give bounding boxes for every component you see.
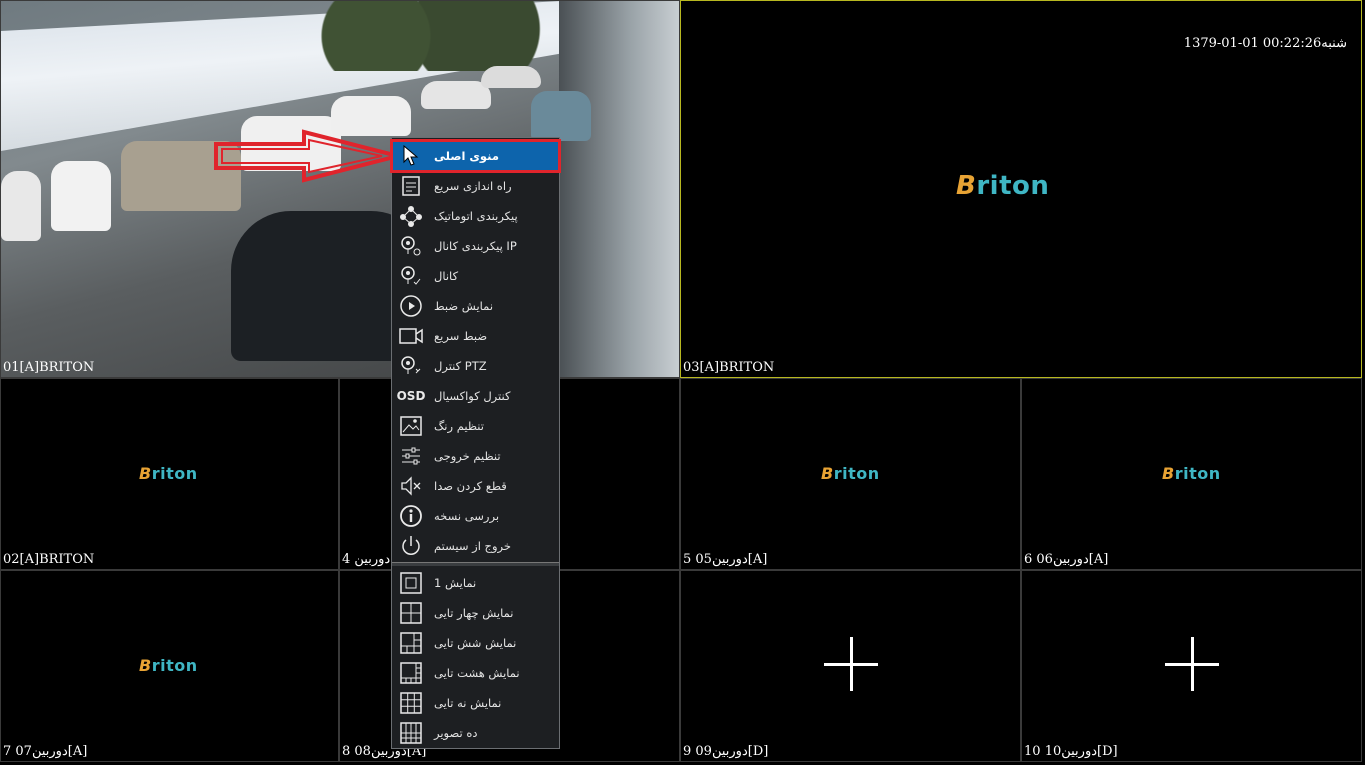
layout-4-icon [398,601,424,625]
camera-label: 02[A]BRITON [3,552,95,567]
menu-item-layout-6[interactable]: نمایش شش تایی [392,628,559,658]
camera-tile-02[interactable]: Briton 02[A]BRITON [0,378,339,570]
menu-item-quick-record[interactable]: ضبط سریع [392,321,559,351]
camera-label: 5 دوربین05[A] [683,552,768,567]
camera-tile-03[interactable]: 1379-01-01 00:22:26شنبه Briton 03[A]BRIT… [680,0,1362,378]
menu-item-layout-9[interactable]: نمایش نه تایی [392,688,559,718]
add-camera-icon[interactable] [824,637,878,691]
briton-logo: Briton [821,464,880,483]
menu-item-output-settings[interactable]: تنظیم خروجی [392,441,559,471]
camera-tile-09[interactable]: 9 دوربین09[D] [680,570,1021,762]
camera-label: 6 دوربین06[A] [1024,552,1109,567]
cursor-icon [398,144,424,168]
arrow-annotation-icon [214,129,399,183]
menu-item-layout-10[interactable]: ده تصویر [392,718,559,748]
briton-logo: Briton [139,656,198,675]
camera-label: 03[A]BRITON [683,360,775,375]
menu-divider [392,562,559,566]
camera-label: 01[A]BRITON [3,360,95,375]
osd-icon: OSD [396,389,426,403]
layout-8-icon [398,661,424,685]
menu-item-main-menu[interactable]: منوی اصلی [390,139,561,173]
layout-9-icon [398,691,424,715]
menu-item-channel[interactable]: کانال [392,261,559,291]
timestamp: 1379-01-01 00:22:26شنبه [1183,36,1347,51]
menu-item-quick-setup[interactable]: راه اندازی سریع [392,171,559,201]
camera-tile-07[interactable]: Briton 7 دوربین07[A] [0,570,339,762]
layout-6-icon [398,631,424,655]
document-icon [398,174,424,198]
camera-feed-image [1,1,679,377]
add-camera-icon[interactable] [1165,637,1219,691]
menu-item-logout[interactable]: خروج از سیستم [392,531,559,561]
info-icon [398,504,424,528]
menu-item-layout-8[interactable]: نمایش هشت تایی [392,658,559,688]
briton-logo: Briton [1162,464,1221,483]
video-icon [398,324,424,348]
menu-item-color-settings[interactable]: تنظیم رنگ [392,411,559,441]
menu-item-ptz-control[interactable]: کنترل PTZ [392,351,559,381]
menu-item-version-info[interactable]: بررسی نسخه [392,501,559,531]
menu-item-layout-1[interactable]: نمایش 1 [392,568,559,598]
ptz-camera-icon [398,354,424,378]
briton-logo: Briton [956,171,1050,201]
menu-item-playback[interactable]: نمایش ضبط [392,291,559,321]
camera-label: 7 دوربین07[A] [3,744,88,759]
power-icon [398,534,424,558]
layout-1-icon [398,571,424,595]
camera-tile-06[interactable]: Briton 6 دوربین06[A] [1021,378,1362,570]
camera-tile-05[interactable]: Briton 5 دوربین05[A] [680,378,1021,570]
camera-label: 4 دوربین [342,552,391,567]
menu-item-coaxial-control[interactable]: OSD کنترل کواکسیال [392,381,559,411]
camera-label: 9 دوربین09[D] [683,744,769,759]
menu-item-mute[interactable]: قطع کردن صدا [392,471,559,501]
image-icon [398,414,424,438]
context-menu: منوی اصلی راه اندازی سریع پیکربندی اتوما… [390,137,561,749]
layout-10-icon [398,721,424,745]
camera-tile-10[interactable]: 10 دوربین10[D] [1021,570,1362,762]
camera-tile-01[interactable]: 01[A]BRITON [0,0,680,378]
sliders-icon [398,444,424,468]
menu-item-ip-channel-config[interactable]: پیکربندی کانال IP [392,231,559,261]
camera-settings-icon [398,234,424,258]
menu-item-auto-config[interactable]: پیکربندی اتوماتیک [392,201,559,231]
camera-label: 10 دوربین10[D] [1024,744,1118,759]
menu-item-layout-4[interactable]: نمایش چهار تایی [392,598,559,628]
mute-icon [398,474,424,498]
camera-check-icon [398,264,424,288]
play-icon [398,294,424,318]
network-icon [398,204,424,228]
briton-logo: Briton [139,464,198,483]
